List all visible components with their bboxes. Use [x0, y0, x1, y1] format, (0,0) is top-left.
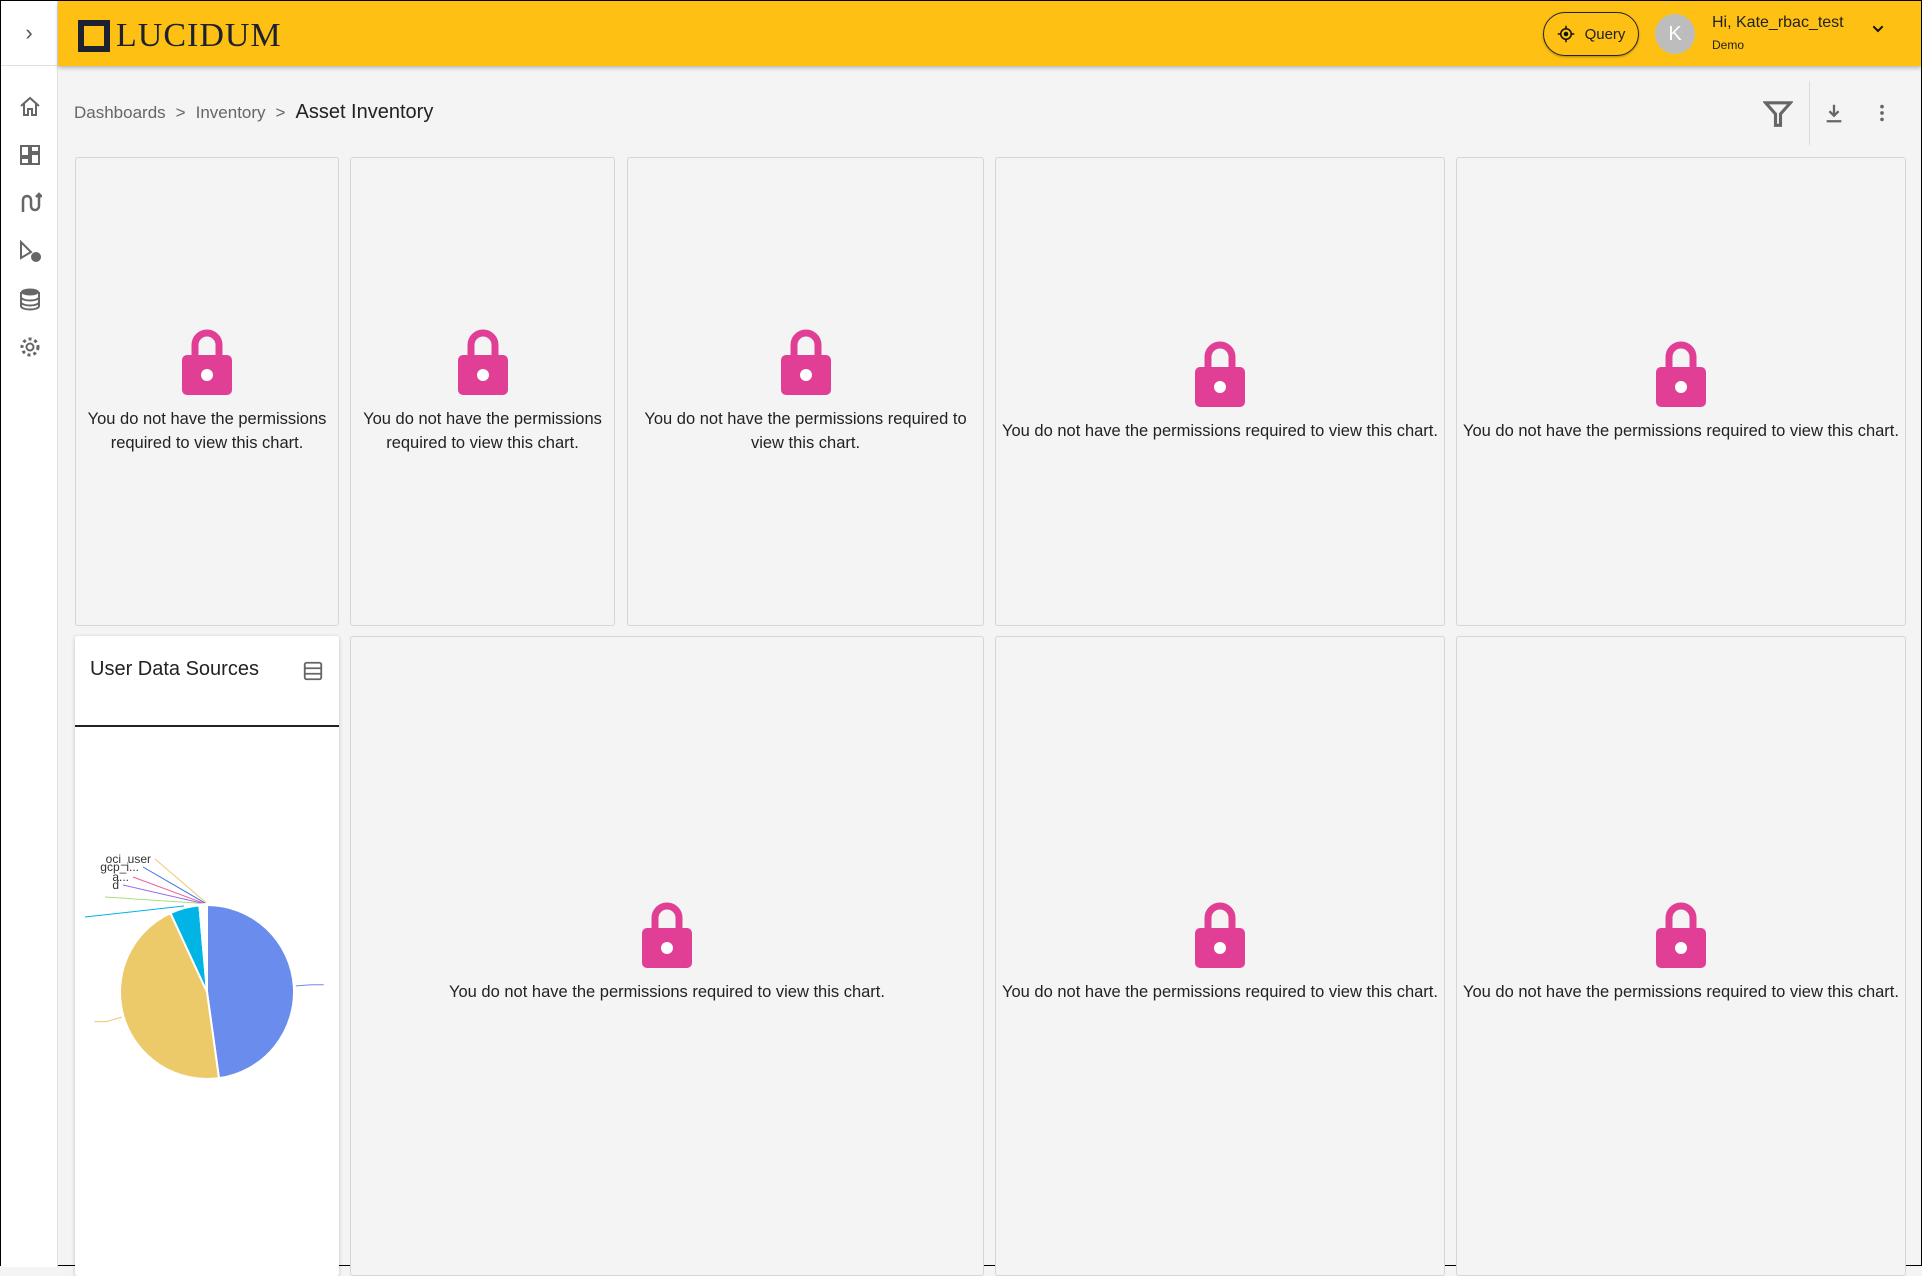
pie-leader-line: [94, 1016, 122, 1023]
widget-title: User Data Sources: [90, 658, 259, 680]
query-label: Query: [1584, 25, 1626, 43]
pie-leader-line: [295, 984, 324, 987]
lock-icon: [780, 329, 831, 395]
locked-chart-card: You do not have the permissions required…: [350, 157, 615, 626]
user-role: Demo: [1712, 38, 1745, 52]
locked-chart-card: You do not have the permissions required…: [75, 157, 339, 626]
breadcrumb: Dashboards > Inventory > Asset Inventory: [74, 101, 433, 124]
dashboard-icon[interactable]: [18, 143, 42, 167]
sidebar: ›: [1, 1, 58, 1267]
database-icon[interactable]: [18, 287, 42, 311]
permission-message: You do not have the permissions required…: [87, 409, 327, 452]
locked-chart-card: You do not have the permissions required…: [1456, 157, 1906, 626]
user-greeting: Hi, Kate_rbac_test: [1712, 14, 1844, 31]
pie-slice[interactable]: [206, 903, 295, 1080]
lock-icon: [1195, 341, 1245, 407]
pie-leader-line: [104, 896, 201, 904]
lock-icon: [182, 329, 232, 395]
locked-chart-card: You do not have the permissions required…: [995, 636, 1445, 1276]
breadcrumb-separator: >: [175, 103, 186, 122]
permission-message: You do not have the permissions required…: [1463, 421, 1899, 440]
page-title: Asset Inventory: [295, 101, 434, 123]
toolbar-divider: [1809, 81, 1810, 145]
locked-chart-card: You do not have the permissions required…: [627, 157, 984, 626]
top-bar: LUCIDUM Query K Hi, Kate_rbac_test Demo: [58, 1, 1921, 66]
home-icon[interactable]: [18, 95, 42, 119]
lock-icon: [457, 329, 508, 395]
permission-message: You do not have the permissions required…: [644, 409, 967, 452]
lucidum-logo[interactable]: LUCIDUM: [78, 17, 282, 55]
pie-chart: da...gcp_i...oci_user: [84, 852, 324, 1080]
permission-message: You do not have the permissions required…: [449, 983, 885, 1001]
more-options-icon[interactable]: [1871, 102, 1893, 124]
table-view-icon[interactable]: [302, 660, 324, 682]
pie-label: oci_user: [106, 852, 151, 866]
breadcrumb-inventory[interactable]: Inventory: [196, 103, 266, 123]
locked-chart-card: You do not have the permissions required…: [350, 636, 984, 1276]
pie-slice[interactable]: [204, 903, 208, 993]
lock-icon: [642, 902, 692, 968]
lock-icon: [1195, 902, 1245, 968]
permission-message: You do not have the permissions required…: [1002, 983, 1438, 1001]
pie-leader-line: [154, 858, 207, 904]
breadcrumb-separator: >: [275, 103, 286, 122]
crosshair-icon: [1557, 25, 1574, 43]
permission-message: You do not have the permissions required…: [1002, 421, 1438, 440]
chevron-down-icon[interactable]: [1870, 21, 1886, 37]
breadcrumb-dashboards[interactable]: Dashboards: [74, 103, 166, 123]
locked-chart-card: You do not have the permissions required…: [995, 157, 1445, 626]
expand-sidebar-button[interactable]: ›: [1, 1, 57, 66]
permission-message: You do not have the permissions required…: [1463, 983, 1899, 1001]
filter-icon[interactable]: [1763, 99, 1793, 129]
lock-icon: [1656, 902, 1706, 968]
integrations-icon[interactable]: [18, 191, 42, 215]
lock-icon: [1656, 341, 1706, 407]
query-button[interactable]: Query: [1543, 12, 1639, 56]
permission-message: You do not have the permissions required…: [363, 409, 602, 452]
user-data-sources-widget: User Data Sources d a... gcp_i... oci_user: [75, 636, 339, 1276]
scheduled-query-icon[interactable]: [18, 239, 42, 263]
locked-chart-card: You do not have the permissions required…: [1456, 636, 1906, 1276]
settings-icon[interactable]: [18, 335, 42, 359]
pie-leader-line: [142, 866, 206, 904]
download-icon[interactable]: [1823, 102, 1845, 124]
avatar[interactable]: K: [1655, 14, 1695, 54]
